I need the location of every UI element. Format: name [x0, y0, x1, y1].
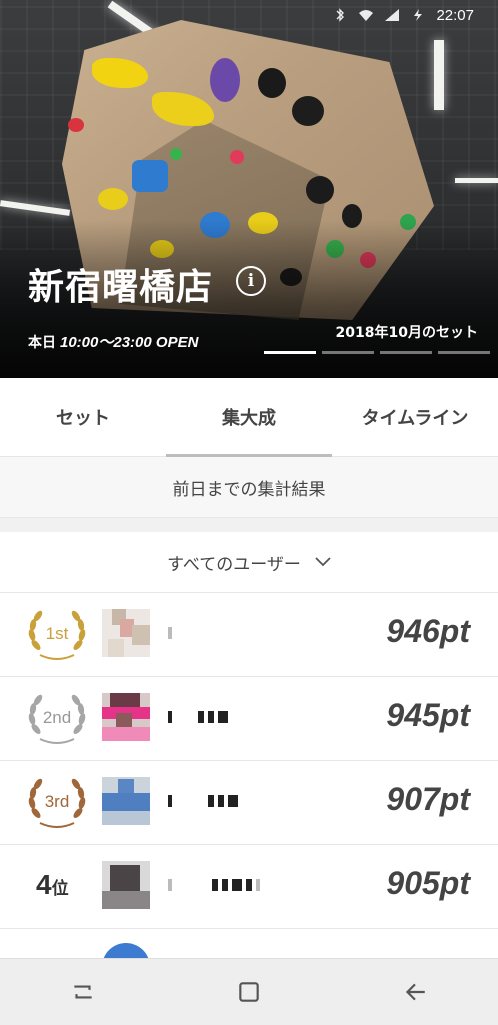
- status-bar: 22:07: [332, 4, 474, 26]
- hero-photo-hold: [132, 160, 168, 192]
- bluetooth-icon: [332, 8, 348, 22]
- hero-photo-hold: [170, 148, 182, 160]
- rank-position: 4位: [36, 869, 69, 901]
- hero-photo-lamp: [434, 40, 444, 110]
- tab-culmination[interactable]: 集大成: [166, 378, 332, 457]
- back-icon[interactable]: [395, 972, 435, 1012]
- gold-laurel-icon: 1st: [26, 605, 88, 663]
- status-time: 22:07: [436, 6, 474, 24]
- avatar[interactable]: [102, 777, 150, 825]
- avatar[interactable]: [102, 943, 150, 958]
- user-name-redacted: [168, 627, 172, 639]
- tab-culmination-label: 集大成: [222, 408, 276, 429]
- pager-indicator[interactable]: [322, 351, 374, 354]
- hero-photo-hold: [98, 188, 128, 210]
- store-name: 新宿曙橋店: [28, 267, 214, 308]
- opening-hours-value: 10:00～23:00 OPEN: [60, 334, 199, 351]
- score: 946pt: [386, 613, 470, 649]
- section-divider: [0, 518, 498, 532]
- pager-indicator[interactable]: [380, 351, 432, 354]
- opening-hours-prefix: 本日: [28, 335, 56, 351]
- tab-set[interactable]: セット: [0, 378, 166, 456]
- hero-photo-hold: [306, 176, 334, 204]
- ranking-row[interactable]: 4位 905pt: [0, 845, 498, 929]
- rank-suffix: 位: [51, 879, 69, 899]
- tab-bar: セット 集大成 タイムライン: [0, 378, 498, 457]
- pager-indicator[interactable]: [438, 351, 490, 354]
- chevron-down-icon: [315, 552, 331, 572]
- user-filter-label: すべてのユーザー: [167, 554, 301, 575]
- silver-laurel-icon: 2nd: [26, 689, 88, 747]
- bronze-laurel-icon: 3rd: [26, 773, 88, 831]
- pager-indicator[interactable]: [264, 351, 316, 354]
- rank-label: 3rd: [44, 792, 70, 811]
- signal-icon: [384, 8, 400, 22]
- rank-number: 4: [36, 869, 52, 900]
- store-hero-banner[interactable]: 22:07 新宿曙橋店 i 本日 10:00～23:00 OPEN 2018年10…: [0, 0, 498, 378]
- battery-charging-icon: [410, 8, 426, 22]
- summary-header: 前日までの集計結果: [0, 457, 498, 518]
- hero-photo-hold: [68, 118, 84, 132]
- user-name-redacted: [168, 879, 260, 891]
- user-name-redacted: [168, 795, 238, 807]
- score: 945pt: [386, 697, 470, 733]
- avatar[interactable]: [102, 693, 150, 741]
- tab-timeline-label: タイムライン: [361, 408, 469, 429]
- tab-timeline[interactable]: タイムライン: [332, 378, 498, 456]
- hero-photo-hold: [230, 150, 244, 164]
- rank-label: 1st: [45, 624, 69, 643]
- tab-set-label: セット: [56, 408, 110, 429]
- ranking-row[interactable]: 2nd 945pt: [0, 677, 498, 761]
- score: 905pt: [386, 865, 470, 901]
- score: 907pt: [386, 781, 470, 817]
- hero-photo-lamp: [455, 178, 498, 183]
- ranking-row[interactable]: 1st 946pt: [0, 593, 498, 677]
- user-name-redacted: [168, 711, 228, 723]
- wifi-icon: [358, 8, 374, 22]
- hero-photo-hold: [258, 68, 286, 98]
- hero-photo-hold: [210, 58, 240, 102]
- hero-photo-hold: [292, 96, 324, 126]
- ranking-row[interactable]: 3rd 907pt: [0, 761, 498, 845]
- recent-apps-icon[interactable]: [63, 972, 103, 1012]
- info-icon[interactable]: i: [236, 266, 266, 296]
- rank-label: 2nd: [42, 708, 72, 727]
- user-filter-dropdown[interactable]: すべてのユーザー: [0, 532, 498, 593]
- avatar[interactable]: [102, 861, 150, 909]
- system-navigation-bar: [0, 958, 498, 1025]
- home-icon[interactable]: [229, 972, 269, 1012]
- opening-hours: 本日 10:00～23:00 OPEN: [28, 331, 198, 352]
- current-set-label: 2018年10月のセット: [335, 325, 478, 341]
- avatar[interactable]: [102, 609, 150, 657]
- ranking-row-partial[interactable]: [0, 929, 498, 958]
- banner-pager[interactable]: [264, 351, 490, 354]
